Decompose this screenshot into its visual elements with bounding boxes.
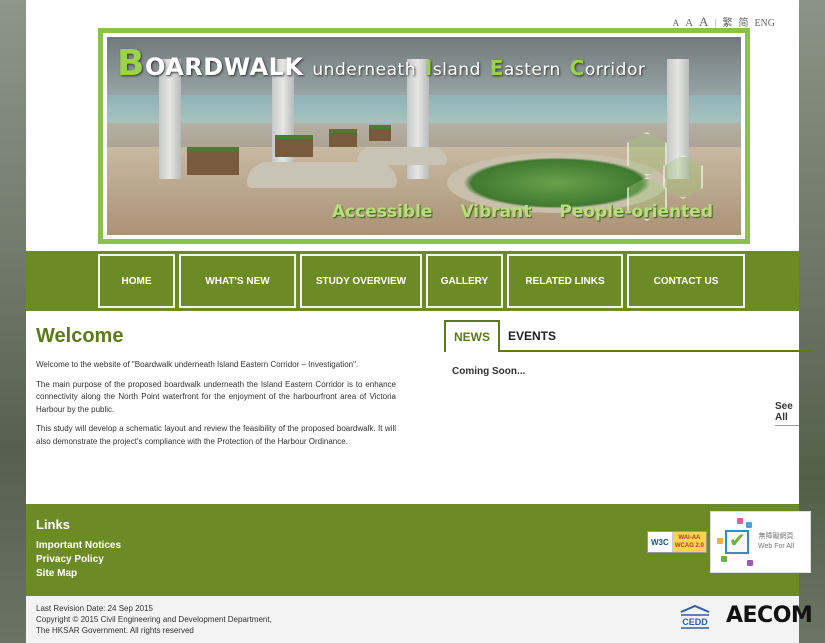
tab-events[interactable]: EVENTS: [502, 320, 562, 352]
web-for-all-badge[interactable]: ✔ 無障礙網頁 Web For All: [710, 511, 811, 573]
tagline-people-oriented: People-oriented: [559, 202, 713, 222]
welcome-paragraph: The main purpose of the proposed boardwa…: [36, 379, 396, 414]
wcag-label: WAI-AA WCAG 2.0: [672, 532, 706, 552]
svg-text:CEDD: CEDD: [682, 617, 708, 627]
welcome-body: Welcome to the website of "Boardwalk und…: [36, 359, 396, 455]
background-left: [0, 0, 26, 643]
w3c-wcag-badge[interactable]: W3C WAI-AA WCAG 2.0: [647, 531, 707, 553]
footer: Last Revision Date: 24 Sep 2015 Copyrigh…: [26, 596, 813, 643]
lang-english-link[interactable]: ENG: [754, 18, 775, 29]
banner-bench: [357, 147, 447, 165]
nav-gallery[interactable]: GALLERY: [426, 254, 503, 308]
web-for-all-dot: [737, 518, 743, 524]
news-content: Coming Soon...: [452, 366, 526, 377]
web-for-all-dot: [747, 560, 753, 566]
welcome-heading: Welcome: [36, 325, 124, 347]
rights-statement: The HKSAR Government. All rights reserve…: [36, 626, 194, 635]
web-for-all-label: 無障礙網頁 Web For All: [758, 533, 795, 550]
banner-planter: [275, 135, 313, 157]
web-for-all-dot: [717, 538, 723, 544]
nav-home[interactable]: HOME: [98, 254, 175, 308]
links-footer: Links Important Notices Privacy Policy S…: [26, 504, 811, 596]
copyright: Copyright © 2015 Civil Engineering and D…: [36, 615, 272, 624]
banner-planter: [187, 147, 239, 175]
cedd-logo: CEDD: [680, 604, 710, 629]
link-important-notices[interactable]: Important Notices: [36, 539, 121, 553]
banner-tagline: Accessible Vibrant People-oriented: [332, 202, 713, 222]
link-site-map[interactable]: Site Map: [36, 567, 121, 581]
check-icon: ✔: [729, 530, 746, 552]
banner-planter: [329, 129, 357, 147]
font-size-small-link[interactable]: A: [673, 18, 680, 28]
banner-bench: [247, 162, 397, 188]
web-for-all-dot: [746, 522, 752, 528]
nav-contact-us[interactable]: CONTACT US: [627, 254, 745, 308]
lang-simplified-link[interactable]: 简: [738, 14, 748, 29]
welcome-paragraph: Welcome to the website of "Boardwalk und…: [36, 360, 359, 369]
tagline-accessible: Accessible: [332, 202, 433, 222]
links-heading: Links: [36, 517, 70, 532]
news-events-tabs: NEWS EVENTS: [444, 320, 813, 352]
revision-date: Last Revision Date: 24 Sep 2015: [36, 604, 153, 613]
link-privacy-policy[interactable]: Privacy Policy: [36, 553, 121, 567]
nav-related-links[interactable]: RELATED LINKS: [507, 254, 623, 308]
web-for-all-dot: [721, 556, 727, 562]
nav-study-overview[interactable]: STUDY OVERVIEW: [300, 254, 422, 308]
banner-title: BOARDWALK underneath Island Eastern Corr…: [117, 43, 646, 84]
links-list: Important Notices Privacy Policy Site Ma…: [36, 539, 121, 581]
banner: BOARDWALK underneath Island Eastern Corr…: [98, 28, 750, 244]
nav-whats-new[interactable]: WHAT'S NEW: [179, 254, 296, 308]
w3c-logo: W3C: [648, 532, 673, 552]
lang-traditional-link[interactable]: 繁: [722, 14, 732, 29]
tab-news[interactable]: NEWS: [444, 320, 500, 352]
main-nav: HOME WHAT'S NEW STUDY OVERVIEW GALLERY R…: [26, 251, 799, 311]
see-all-link[interactable]: See All: [775, 401, 799, 426]
banner-image: BOARDWALK underneath Island Eastern Corr…: [107, 37, 741, 235]
tagline-vibrant: Vibrant: [460, 202, 532, 222]
banner-planter: [369, 125, 391, 141]
page: A A A | 繁 简 ENG BOARDWALK underneath Isl…: [26, 0, 813, 643]
footer-text: Last Revision Date: 24 Sep 2015 Copyrigh…: [36, 603, 272, 636]
aecom-logo: AECOM: [726, 603, 813, 628]
welcome-paragraph: This study will develop a schematic layo…: [36, 424, 396, 446]
